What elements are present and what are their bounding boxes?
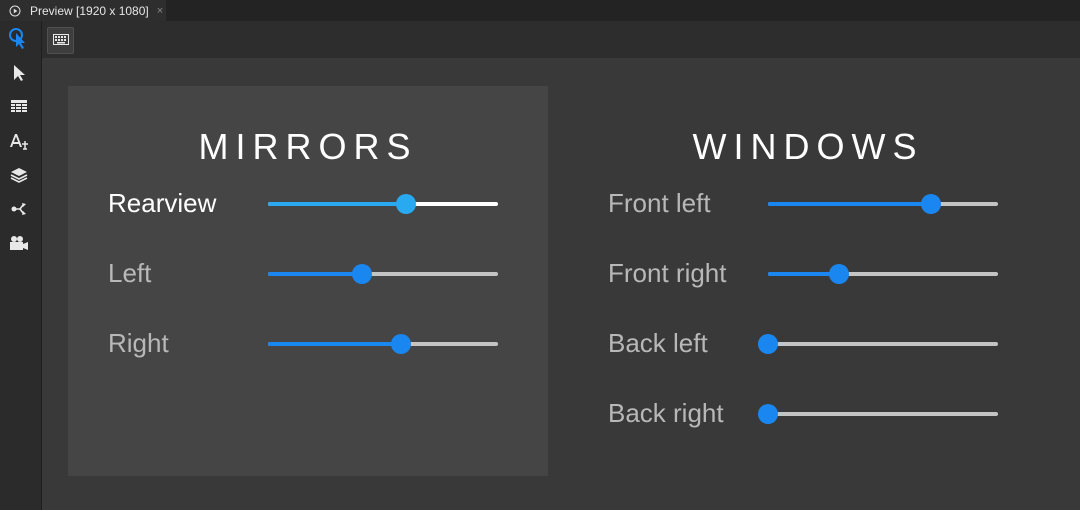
grid-icon[interactable] (5, 93, 33, 121)
windows-title: WINDOWS (692, 126, 924, 167)
keyboard-icon (52, 32, 69, 50)
slider-track (768, 412, 998, 416)
mirror-right-label: Right (108, 328, 169, 358)
connection-icon[interactable] (5, 195, 33, 223)
tab-bar: Preview [1920 x 1080] × (0, 0, 1080, 21)
slider-handle[interactable] (758, 334, 778, 354)
slider-track (768, 342, 998, 346)
pointer-touch-icon[interactable] (5, 25, 33, 53)
slider-handle[interactable] (391, 334, 412, 354)
keyboard-button[interactable] (47, 27, 74, 54)
window-front-right-slider[interactable] (768, 264, 998, 284)
mirrors-title: MIRRORS (198, 126, 418, 167)
close-icon[interactable]: × (157, 5, 163, 17)
window-back-right-label: Back right (608, 398, 724, 428)
mirror-rearview-slider[interactable] (268, 194, 498, 214)
slider-handle[interactable] (352, 264, 373, 284)
slider-handle[interactable] (758, 404, 778, 424)
tool-sidebar (0, 21, 42, 510)
slider-handle[interactable] (396, 194, 416, 214)
mirror-left-slider[interactable] (268, 264, 498, 284)
mirror-rearview-label: Rearview (108, 188, 217, 218)
slider-handle[interactable] (921, 194, 942, 214)
select-arrow-icon[interactable] (5, 59, 33, 87)
window-back-left-slider[interactable] (758, 334, 998, 354)
toolbar (42, 21, 1080, 58)
slider-fill (268, 272, 363, 276)
preview-tab[interactable]: Preview [1920 x 1080] × (0, 0, 166, 21)
slider-fill (268, 342, 402, 346)
window-front-left-label: Front left (608, 188, 711, 218)
layers-icon[interactable] (5, 161, 33, 189)
mirror-right-slider[interactable] (268, 334, 498, 354)
window-front-left-slider[interactable] (768, 194, 998, 214)
slider-fill (768, 202, 932, 206)
window-front-right-label: Front right (608, 258, 727, 288)
tab-title: Preview [1920 x 1080] (30, 3, 149, 18)
window-back-right-slider[interactable] (758, 404, 998, 424)
window-back-left-label: Back left (608, 328, 708, 358)
mirror-left-label: Left (108, 258, 152, 288)
slider-handle[interactable] (829, 264, 850, 284)
camera-icon[interactable] (5, 229, 33, 257)
play-icon (9, 5, 21, 17)
slider-fill (268, 202, 406, 206)
text-style-icon[interactable] (5, 127, 33, 155)
